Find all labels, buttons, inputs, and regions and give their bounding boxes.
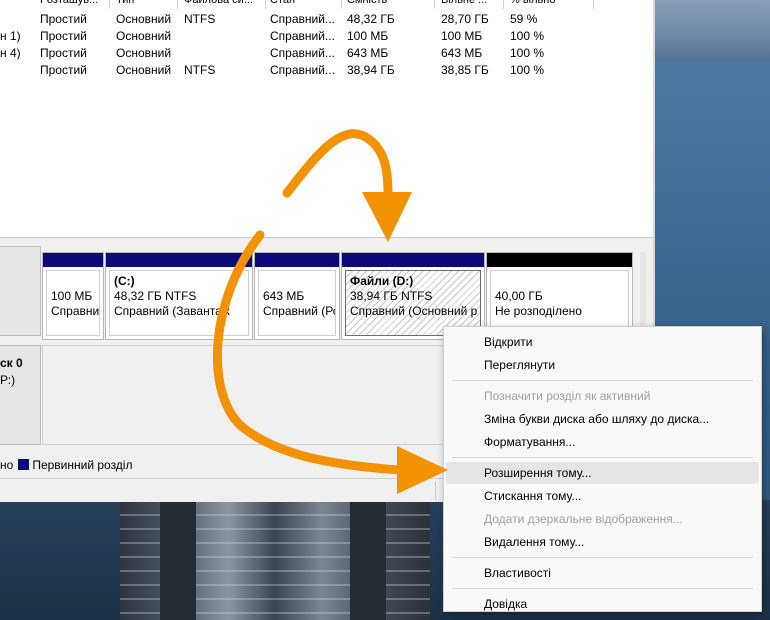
volume-type: Основний <box>116 12 172 26</box>
column-header-type[interactable]: Тип <box>112 0 178 9</box>
volume-capacity: 643 МБ <box>347 46 389 60</box>
menu-separator <box>452 380 753 381</box>
disk-label-disk-0[interactable]: ск 0 Р:) <box>0 345 41 445</box>
partition-status: Не розподілено <box>495 304 582 318</box>
volume-type: Основний <box>116 46 172 60</box>
column-header-status[interactable]: Стан <box>266 0 342 9</box>
partition-body: (C:) 48,32 ГБ NTFS Справний (Завантаж <box>109 270 249 336</box>
partition-title: (C:) <box>114 274 135 288</box>
volume-pct: 100 % <box>510 46 545 60</box>
column-header-layout[interactable]: Розташув... <box>36 0 110 9</box>
volume-fs: NTFS <box>184 63 216 77</box>
partition-size: 643 МБ <box>263 289 305 303</box>
menu-item-mark-active: Позначити розділ як активний <box>484 389 651 403</box>
wallpaper-post-right <box>350 500 386 620</box>
column-header-free[interactable]: Вільне ... <box>437 0 504 9</box>
volume-list[interactable]: Розташув... Тип Файлова си... Стан Ємніс… <box>0 0 655 238</box>
volume-status: Справний... <box>270 63 335 77</box>
partition-recovery-100mb[interactable]: 100 МБ Справни <box>42 252 104 340</box>
volume-pct: 100 % <box>510 63 545 77</box>
menu-item-properties[interactable]: Властивості <box>446 562 759 584</box>
volume-row[interactable]: Простий Основний NTFS Справний... 38,94 … <box>0 62 655 79</box>
column-header-capacity[interactable]: Ємність <box>343 0 435 9</box>
volume-layout: Простий <box>40 12 87 26</box>
volume-pct: 100 % <box>510 29 545 43</box>
volume-free: 28,70 ГБ <box>441 12 489 26</box>
partition-status: Справни <box>51 304 100 318</box>
volume-layout: Простий <box>40 63 87 77</box>
partition-size: 100 МБ <box>51 289 93 303</box>
volume-capacity: 100 МБ <box>347 29 389 43</box>
partition-color-bar <box>255 253 339 267</box>
volume-pct: 59 % <box>510 12 538 26</box>
volume-type: Основний <box>116 29 172 43</box>
volume-row[interactable]: Простий Основний NTFS Справний... 48,32 … <box>0 11 655 28</box>
legend: но Первинний розділ <box>0 458 132 476</box>
disk-label-previous[interactable] <box>0 246 41 336</box>
volume-free: 100 МБ <box>441 29 483 43</box>
column-header-filesystem[interactable]: Файлова си... <box>180 0 266 9</box>
menu-item-open[interactable]: Відкрити <box>446 331 759 353</box>
partition-status: Справний (Завантаж <box>114 304 230 318</box>
menu-item-shrink-volume[interactable]: Стискання тому... <box>446 485 759 507</box>
partition-body: 643 МБ Справний (Ро <box>258 270 336 336</box>
partition-size: 48,32 ГБ NTFS <box>114 289 197 303</box>
volume-row[interactable]: н 4) Простий Основний Справний... 643 МБ… <box>0 45 655 62</box>
status-bar-divider <box>435 482 436 500</box>
volume-status: Справний... <box>270 12 335 26</box>
partition-color-bar <box>106 253 252 267</box>
partition-color-bar <box>342 253 484 267</box>
partition-status: Справний (Основний р <box>350 304 478 318</box>
volume-status: Справний... <box>270 46 335 60</box>
wallpaper-mountain <box>655 0 770 60</box>
menu-item-change-drive-letter[interactable]: Зміна букви диска або шляху до диска... <box>446 408 759 430</box>
partition-color-bar <box>43 253 103 267</box>
partition-title: Файли (D:) <box>350 274 414 288</box>
legend-unallocated-label: но <box>0 458 14 472</box>
menu-separator <box>452 588 753 589</box>
partition-size: 38,94 ГБ NTFS <box>350 289 433 303</box>
volume-fs: NTFS <box>184 12 216 26</box>
legend-primary-swatch <box>18 459 30 470</box>
partition-size: 40,00 ГБ <box>495 289 543 303</box>
menu-item-extend-volume[interactable]: Розширення тому... <box>446 462 759 484</box>
menu-item-add-mirror: Додати дзеркальне відображення... <box>484 512 683 526</box>
partition-recovery-643mb[interactable]: 643 МБ Справний (Ро <box>254 252 340 340</box>
volume-free: 38,85 ГБ <box>441 63 489 77</box>
volume-capacity: 48,32 ГБ <box>347 12 395 26</box>
partition-status: Справний (Ро <box>263 304 336 318</box>
menu-item-delete-volume[interactable]: Видалення тому... <box>446 531 759 553</box>
partition-body: 100 МБ Справни <box>46 270 100 336</box>
partition-color-bar <box>487 253 632 267</box>
volume-capacity: 38,94 ГБ <box>347 63 395 77</box>
disk-label-name: ск 0 <box>0 356 23 370</box>
volume-status: Справний... <box>270 29 335 43</box>
volume-row[interactable]: н 1) Простий Основний Справний... 100 МБ… <box>0 28 655 45</box>
partition-title <box>51 274 95 289</box>
partition-title <box>495 274 624 289</box>
volume-name: н 4) <box>0 46 21 60</box>
context-menu: Відкрити Переглянути Позначити розділ як… <box>443 326 762 612</box>
disk-label-type: Р:) <box>0 373 16 387</box>
menu-item-format[interactable]: Форматування... <box>446 431 759 453</box>
volume-name: н 1) <box>0 29 21 43</box>
menu-item-explore[interactable]: Переглянути <box>446 354 759 376</box>
volume-layout: Простий <box>40 29 87 43</box>
menu-separator <box>452 557 753 558</box>
volume-free: 643 МБ <box>441 46 483 60</box>
partition-c[interactable]: (C:) 48,32 ГБ NTFS Справний (Завантаж <box>105 252 253 340</box>
partition-title <box>263 274 331 289</box>
menu-item-help[interactable]: Довідка <box>446 593 759 615</box>
legend-primary-label: Первинний розділ <box>32 458 133 472</box>
volume-layout: Простий <box>40 46 87 60</box>
menu-separator <box>452 457 753 458</box>
wallpaper-post-left <box>160 500 196 620</box>
volume-type: Основний <box>116 63 172 77</box>
column-header-percent-free[interactable]: % вільно <box>506 0 594 9</box>
